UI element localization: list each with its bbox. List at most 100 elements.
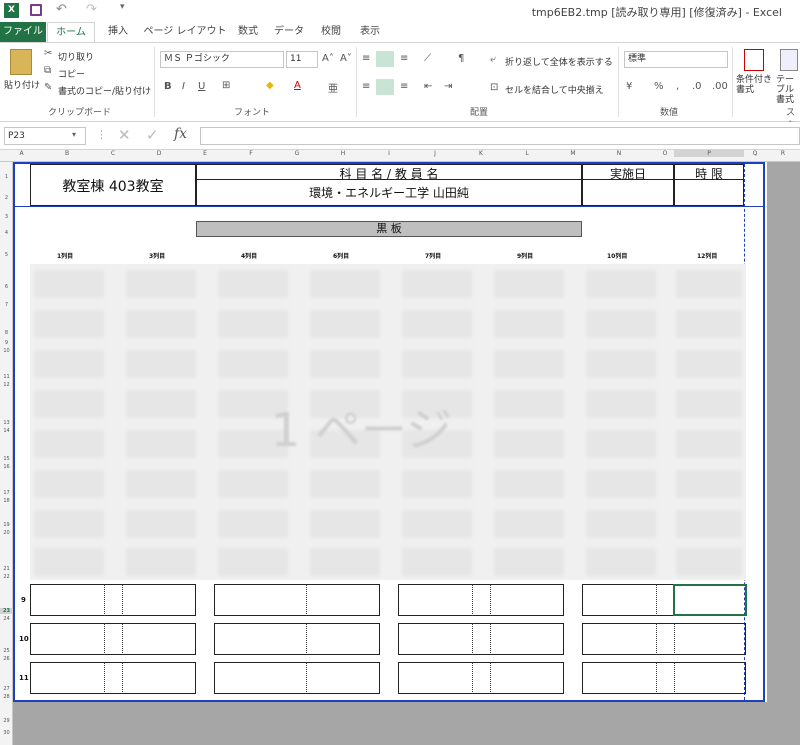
paste-icon[interactable] — [10, 49, 32, 75]
font-name-select[interactable]: ＭＳ Ｐゴシック — [160, 51, 284, 68]
column-header[interactable]: M — [564, 150, 582, 157]
text-direction-icon[interactable]: ¶ — [458, 53, 464, 64]
row-header[interactable]: 12 — [0, 382, 13, 388]
selected-cell[interactable] — [673, 584, 747, 616]
row-header[interactable]: 26 — [0, 656, 13, 662]
column-header[interactable]: E — [196, 150, 214, 157]
align-top-icon[interactable]: ≡ — [362, 53, 370, 64]
row-header[interactable]: 5 — [0, 252, 13, 258]
row-header[interactable]: 4 — [0, 230, 13, 236]
conditional-format-button[interactable]: 条件付き書式 — [736, 75, 774, 95]
column-header[interactable]: B — [30, 150, 104, 157]
tab-file[interactable]: ファイル — [0, 22, 46, 42]
tab-home[interactable]: ホーム — [47, 22, 95, 42]
seat-pair[interactable] — [398, 662, 564, 694]
row-header[interactable]: 10 — [0, 348, 13, 354]
row-header[interactable]: 21 — [0, 566, 13, 572]
insert-function-icon[interactable]: fx — [174, 126, 187, 142]
paste-button[interactable]: 貼り付け — [4, 78, 40, 91]
column-header[interactable]: N — [582, 150, 656, 157]
orientation-icon[interactable]: ⟋ — [424, 53, 431, 64]
decrease-font-icon[interactable]: A˅ — [340, 53, 352, 64]
seat-pair[interactable] — [30, 584, 196, 616]
increase-decimal-icon[interactable]: .0 — [692, 81, 702, 92]
name-box-dropdown-icon[interactable]: ▾ — [72, 130, 76, 139]
enter-icon[interactable]: ✓ — [146, 126, 159, 144]
row-header[interactable]: 18 — [0, 498, 13, 504]
tab-view[interactable]: 表示 — [354, 22, 386, 42]
increase-font-icon[interactable]: A˄ — [322, 53, 334, 64]
seat-pair[interactable] — [214, 662, 380, 694]
bold-icon[interactable]: B — [164, 81, 172, 92]
font-color-icon[interactable]: A — [294, 80, 301, 91]
row-header[interactable]: 9 — [0, 340, 13, 346]
tab-insert[interactable]: 挿入 — [100, 22, 136, 42]
copy-button[interactable]: コピー — [58, 67, 85, 80]
border-icon[interactable]: ⊞ — [222, 80, 230, 91]
align-left-icon[interactable]: ≡ — [362, 81, 370, 92]
row-header[interactable]: 29 — [0, 718, 13, 724]
column-header[interactable]: A — [13, 150, 30, 157]
wrap-text-button[interactable]: 折り返して全体を表示する — [505, 55, 613, 68]
currency-icon[interactable]: ¥ — [626, 81, 632, 92]
row-header[interactable]: 24 — [0, 616, 13, 622]
row-header[interactable]: 22 — [0, 574, 13, 580]
row-header[interactable]: 2 — [0, 195, 13, 201]
column-header[interactable]: C — [104, 150, 122, 157]
row-header[interactable]: 8 — [0, 330, 13, 336]
font-size-select[interactable]: 11 — [286, 51, 318, 68]
fill-color-icon[interactable]: ◆ — [266, 80, 274, 91]
row-header[interactable]: 15 — [0, 456, 13, 462]
italic-icon[interactable]: I — [182, 81, 185, 92]
format-painter-button[interactable]: 書式のコピー/貼り付け — [58, 84, 151, 97]
row-header[interactable]: 27 — [0, 686, 13, 692]
seat-pair[interactable] — [398, 623, 564, 655]
tab-data[interactable]: データ — [270, 22, 308, 42]
row-header[interactable]: 13 — [0, 420, 13, 426]
seat-pair[interactable] — [30, 623, 196, 655]
percent-icon[interactable]: % — [654, 81, 664, 92]
align-middle-icon[interactable] — [376, 51, 394, 67]
seat-pair[interactable] — [398, 584, 564, 616]
column-header[interactable]: F — [214, 150, 288, 157]
column-header[interactable]: Q — [744, 150, 766, 157]
tab-formulas[interactable]: 数式 — [232, 22, 264, 42]
seat-pair[interactable] — [582, 623, 746, 655]
cancel-icon[interactable]: ✕ — [118, 126, 131, 144]
column-header[interactable]: L — [490, 150, 564, 157]
seat-pair[interactable] — [214, 584, 380, 616]
seat-pair[interactable] — [214, 623, 380, 655]
row-header[interactable]: 3 — [0, 214, 13, 220]
tab-review[interactable]: 校閲 — [314, 22, 348, 42]
row-header[interactable]: 7 — [0, 302, 13, 308]
cut-button[interactable]: 切り取り — [58, 50, 94, 63]
row-header[interactable]: 6 — [0, 284, 13, 290]
column-header[interactable]: H — [306, 150, 380, 157]
phonetic-icon[interactable]: 亜 — [328, 80, 338, 95]
column-header[interactable]: P — [674, 150, 744, 157]
column-header[interactable]: O — [656, 150, 674, 157]
seat-pair[interactable] — [582, 662, 746, 694]
decrease-decimal-icon[interactable]: .00 — [712, 81, 728, 92]
row-header[interactable]: 23 — [0, 608, 13, 614]
underline-icon[interactable]: U — [198, 81, 205, 92]
row-header[interactable]: 19 — [0, 522, 13, 528]
align-right-icon[interactable]: ≡ — [400, 81, 408, 92]
row-header[interactable]: 11 — [0, 374, 13, 380]
column-header[interactable]: J — [398, 150, 472, 157]
formula-input[interactable] — [200, 127, 800, 145]
comma-icon[interactable]: , — [676, 81, 679, 92]
table-format-button[interactable]: テーブル書式 — [776, 75, 800, 105]
tab-page-layout[interactable]: ページ レイアウト — [142, 22, 228, 42]
row-header[interactable]: 28 — [0, 694, 13, 700]
number-format-select[interactable]: 標準 — [624, 51, 728, 68]
row-header[interactable]: 25 — [0, 648, 13, 654]
row-header[interactable]: 1 — [0, 174, 13, 180]
align-center-icon[interactable] — [376, 79, 394, 95]
row-header[interactable]: 17 — [0, 490, 13, 496]
row-header[interactable]: 14 — [0, 428, 13, 434]
row-header[interactable]: 30 — [0, 730, 13, 736]
column-header[interactable]: K — [472, 150, 490, 157]
row-header[interactable]: 20 — [0, 530, 13, 536]
column-header[interactable]: I — [380, 150, 398, 157]
